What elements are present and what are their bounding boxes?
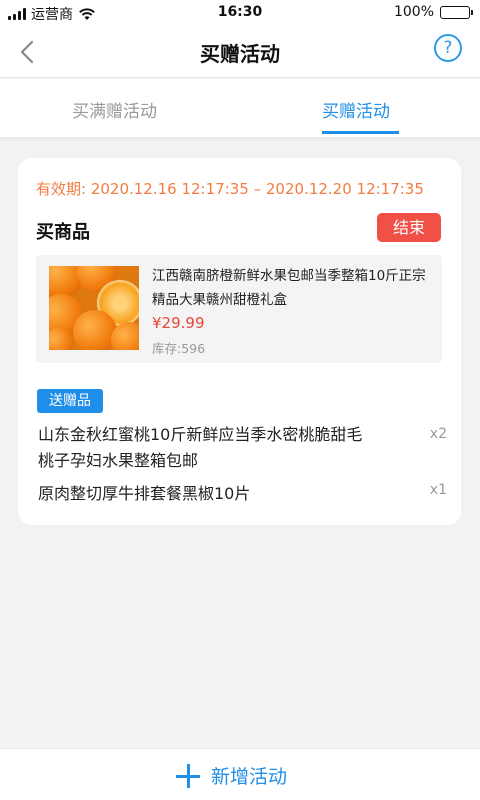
help-icon[interactable]: ? <box>434 34 462 62</box>
plus-icon <box>176 764 200 788</box>
gift-item-name: 原肉整切厚牛排套餐黑椒10片 <box>38 484 251 503</box>
product-stock: 库存:596 <box>152 341 206 356</box>
gift-badge: 送赠品 <box>37 389 103 413</box>
product-name: 江西赣南脐橙新鲜水果包邮当季整箱10斤正宗精品大果赣州甜橙礼盒 <box>152 268 426 308</box>
end-button[interactable]: 结束 <box>377 213 441 242</box>
product-price: ¥29.99 <box>152 314 205 332</box>
activity-card[interactable]: 有效期: 2020.12.16 12:17:35 – 2020.12.20 12… <box>18 158 461 525</box>
status-bar: 运营商 16:30 100% <box>0 0 480 26</box>
battery-icon <box>440 5 473 19</box>
product-image <box>49 266 139 350</box>
battery-percent: 100% <box>393 4 434 20</box>
product-item[interactable]: 江西赣南脐橙新鲜水果包邮当季整箱10斤正宗精品大果赣州甜橙礼盒 ¥29.99 库… <box>36 255 442 363</box>
tab-bar: 买满赠活动 买赠活动 <box>0 79 480 137</box>
page-title: 买赠活动 <box>200 42 280 66</box>
gift-item-qty: x2 <box>429 426 447 442</box>
add-activity-label: 新增活动 <box>211 766 288 788</box>
tab-buy-gift[interactable]: 买赠活动 <box>322 97 390 122</box>
tab-spend-gift[interactable]: 买满赠活动 <box>72 97 157 122</box>
status-right: 100% <box>393 4 473 20</box>
gift-item-qty: x1 <box>429 482 447 498</box>
active-tab-indicator <box>322 131 399 134</box>
nav-bar: 买赠活动 ? <box>0 26 480 78</box>
buy-product-title: 买商品 <box>36 222 90 243</box>
gift-item-name: 山东金秋红蜜桃10斤新鲜应当季水密桃脆甜毛桃子孕妇水果整箱包邮 <box>38 425 363 470</box>
add-activity-button[interactable]: 新增活动 <box>0 748 480 800</box>
validity-period: 有效期: 2020.12.16 12:17:35 – 2020.12.20 12… <box>36 180 424 198</box>
